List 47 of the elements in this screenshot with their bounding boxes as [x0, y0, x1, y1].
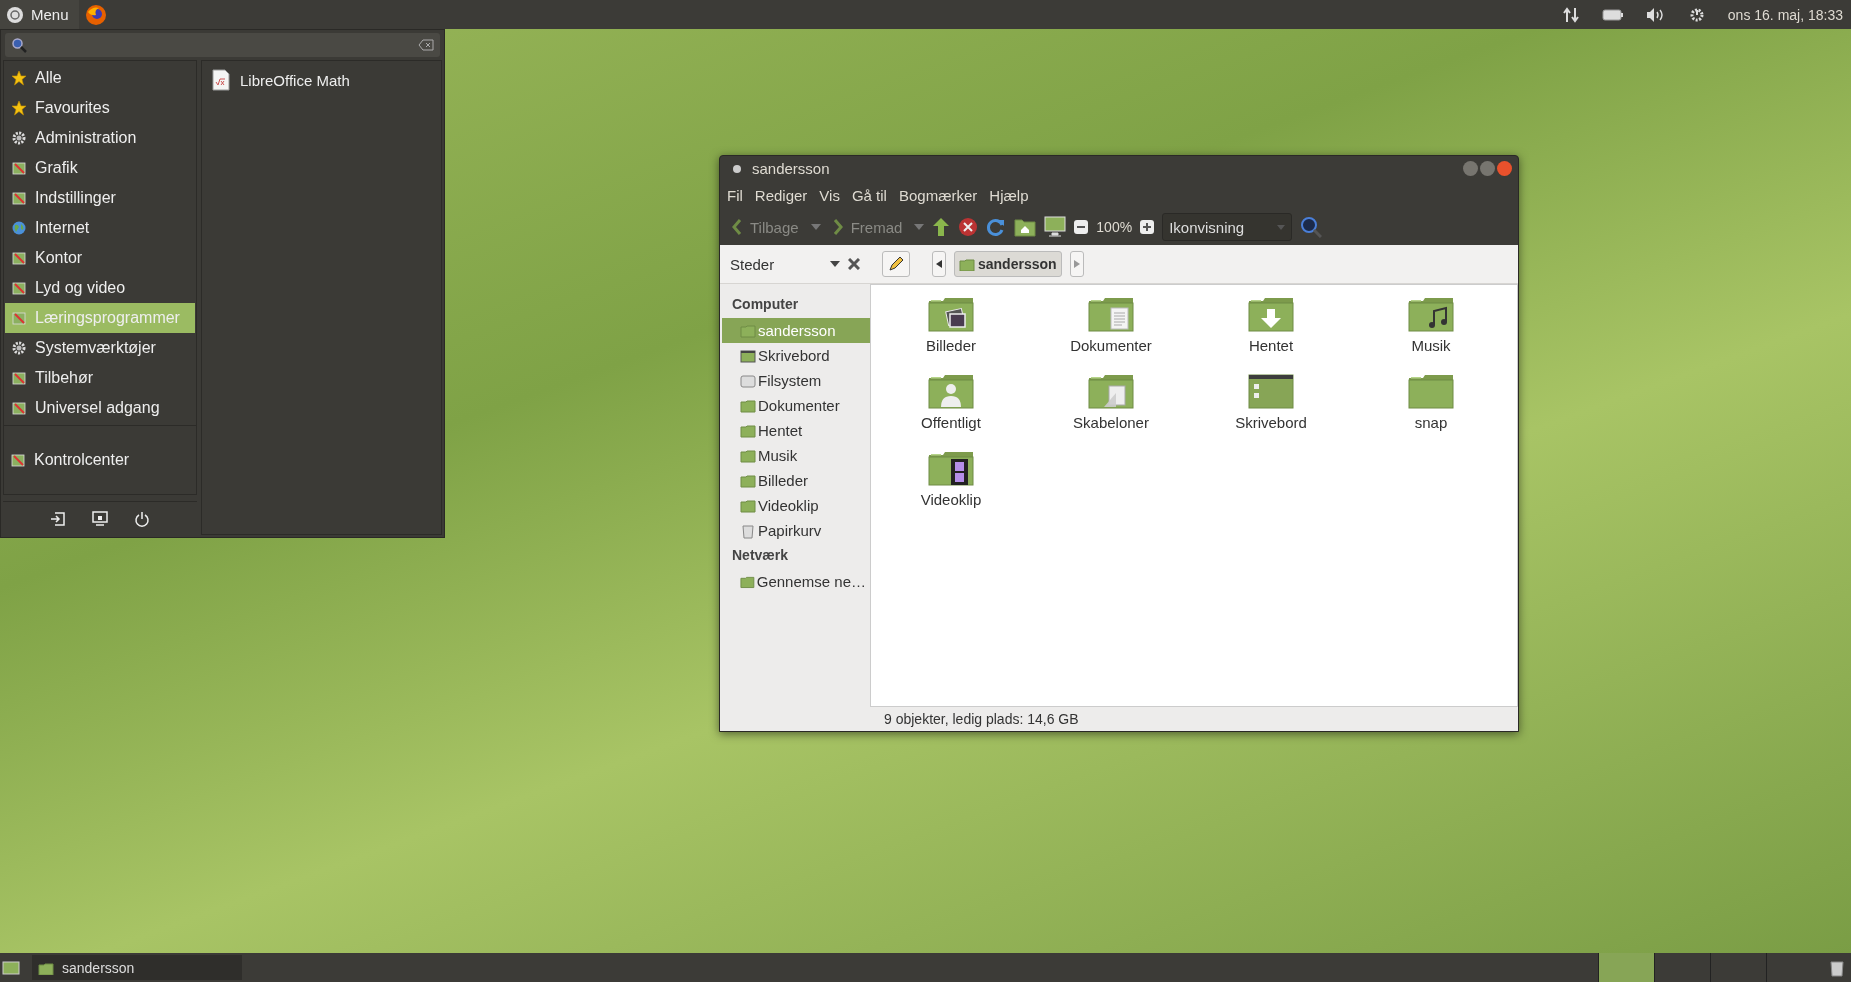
- category-item[interactable]: Favourites: [5, 93, 195, 123]
- menu-item[interactable]: Hjælp: [984, 184, 1034, 206]
- window-title: sandersson: [752, 160, 830, 177]
- folder-item[interactable]: Offentligt: [871, 372, 1031, 449]
- folder-item[interactable]: snap: [1351, 372, 1511, 449]
- category-item[interactable]: Alle: [5, 63, 195, 93]
- category-item[interactable]: Grafik: [5, 153, 195, 183]
- sidebar-item[interactable]: Dokumenter: [722, 393, 870, 418]
- menu-item[interactable]: Vis: [814, 184, 845, 206]
- application-item[interactable]: LibreOffice Math: [208, 67, 354, 93]
- sidebar-item[interactable]: Skrivebord: [722, 343, 870, 368]
- sidebar-item[interactable]: Videoklip: [722, 493, 870, 518]
- menu-button[interactable]: Menu: [0, 0, 79, 29]
- taskbar-button[interactable]: sandersson: [32, 955, 242, 980]
- category-item[interactable]: Tilbehør: [5, 363, 195, 393]
- sidebar-item[interactable]: Gennemse ne…: [722, 569, 870, 594]
- view-dropdown[interactable]: Ikonvisning: [1162, 213, 1293, 241]
- folder-item[interactable]: Hentet: [1191, 295, 1351, 372]
- category-item[interactable]: Universel adgang: [5, 393, 195, 423]
- sidebar-item[interactable]: Billeder: [722, 468, 870, 493]
- menu-item[interactable]: Bogmærker: [893, 184, 983, 206]
- menu-item[interactable]: Rediger: [749, 184, 813, 206]
- sidebar-item[interactable]: Papirkurv: [722, 518, 870, 543]
- menu-item[interactable]: Fil: [722, 184, 748, 206]
- zoom-level: 100%: [1096, 219, 1133, 235]
- status-text: 9 objekter, ledig plads: 14,6 GB: [884, 711, 1079, 727]
- folder-item[interactable]: Videoklip: [871, 449, 1031, 526]
- category-item[interactable]: Indstillinger: [5, 183, 195, 213]
- sidebar-item[interactable]: Filsystem: [722, 368, 870, 393]
- path-button[interactable]: sandersson: [954, 251, 1062, 277]
- menu-item[interactable]: Gå til: [846, 184, 892, 206]
- places-dropdown[interactable]: Steder: [730, 255, 840, 273]
- folder-item[interactable]: Skrivebord: [1191, 372, 1351, 449]
- folder-item[interactable]: Dokumenter: [1031, 295, 1191, 372]
- category-item[interactable]: Administration: [5, 123, 195, 153]
- category-item[interactable]: Kontor: [5, 243, 195, 273]
- category-item[interactable]: Internet: [5, 213, 195, 243]
- category-item[interactable]: Lyd og video: [5, 273, 195, 303]
- folder-item[interactable]: Billeder: [871, 295, 1031, 372]
- folder-item[interactable]: Skabeloner: [1031, 372, 1191, 449]
- clock[interactable]: ons 16. maj, 18:33: [1727, 6, 1843, 23]
- sidebar-heading: Netværk: [731, 546, 790, 565]
- sidebar-item[interactable]: Musik: [722, 443, 870, 468]
- sidebar-heading: Computer: [731, 295, 800, 314]
- category-item[interactable]: Systemværktøjer: [5, 333, 195, 363]
- folder-item[interactable]: Musik: [1351, 295, 1511, 372]
- sidebar-item[interactable]: Hentet: [722, 418, 870, 443]
